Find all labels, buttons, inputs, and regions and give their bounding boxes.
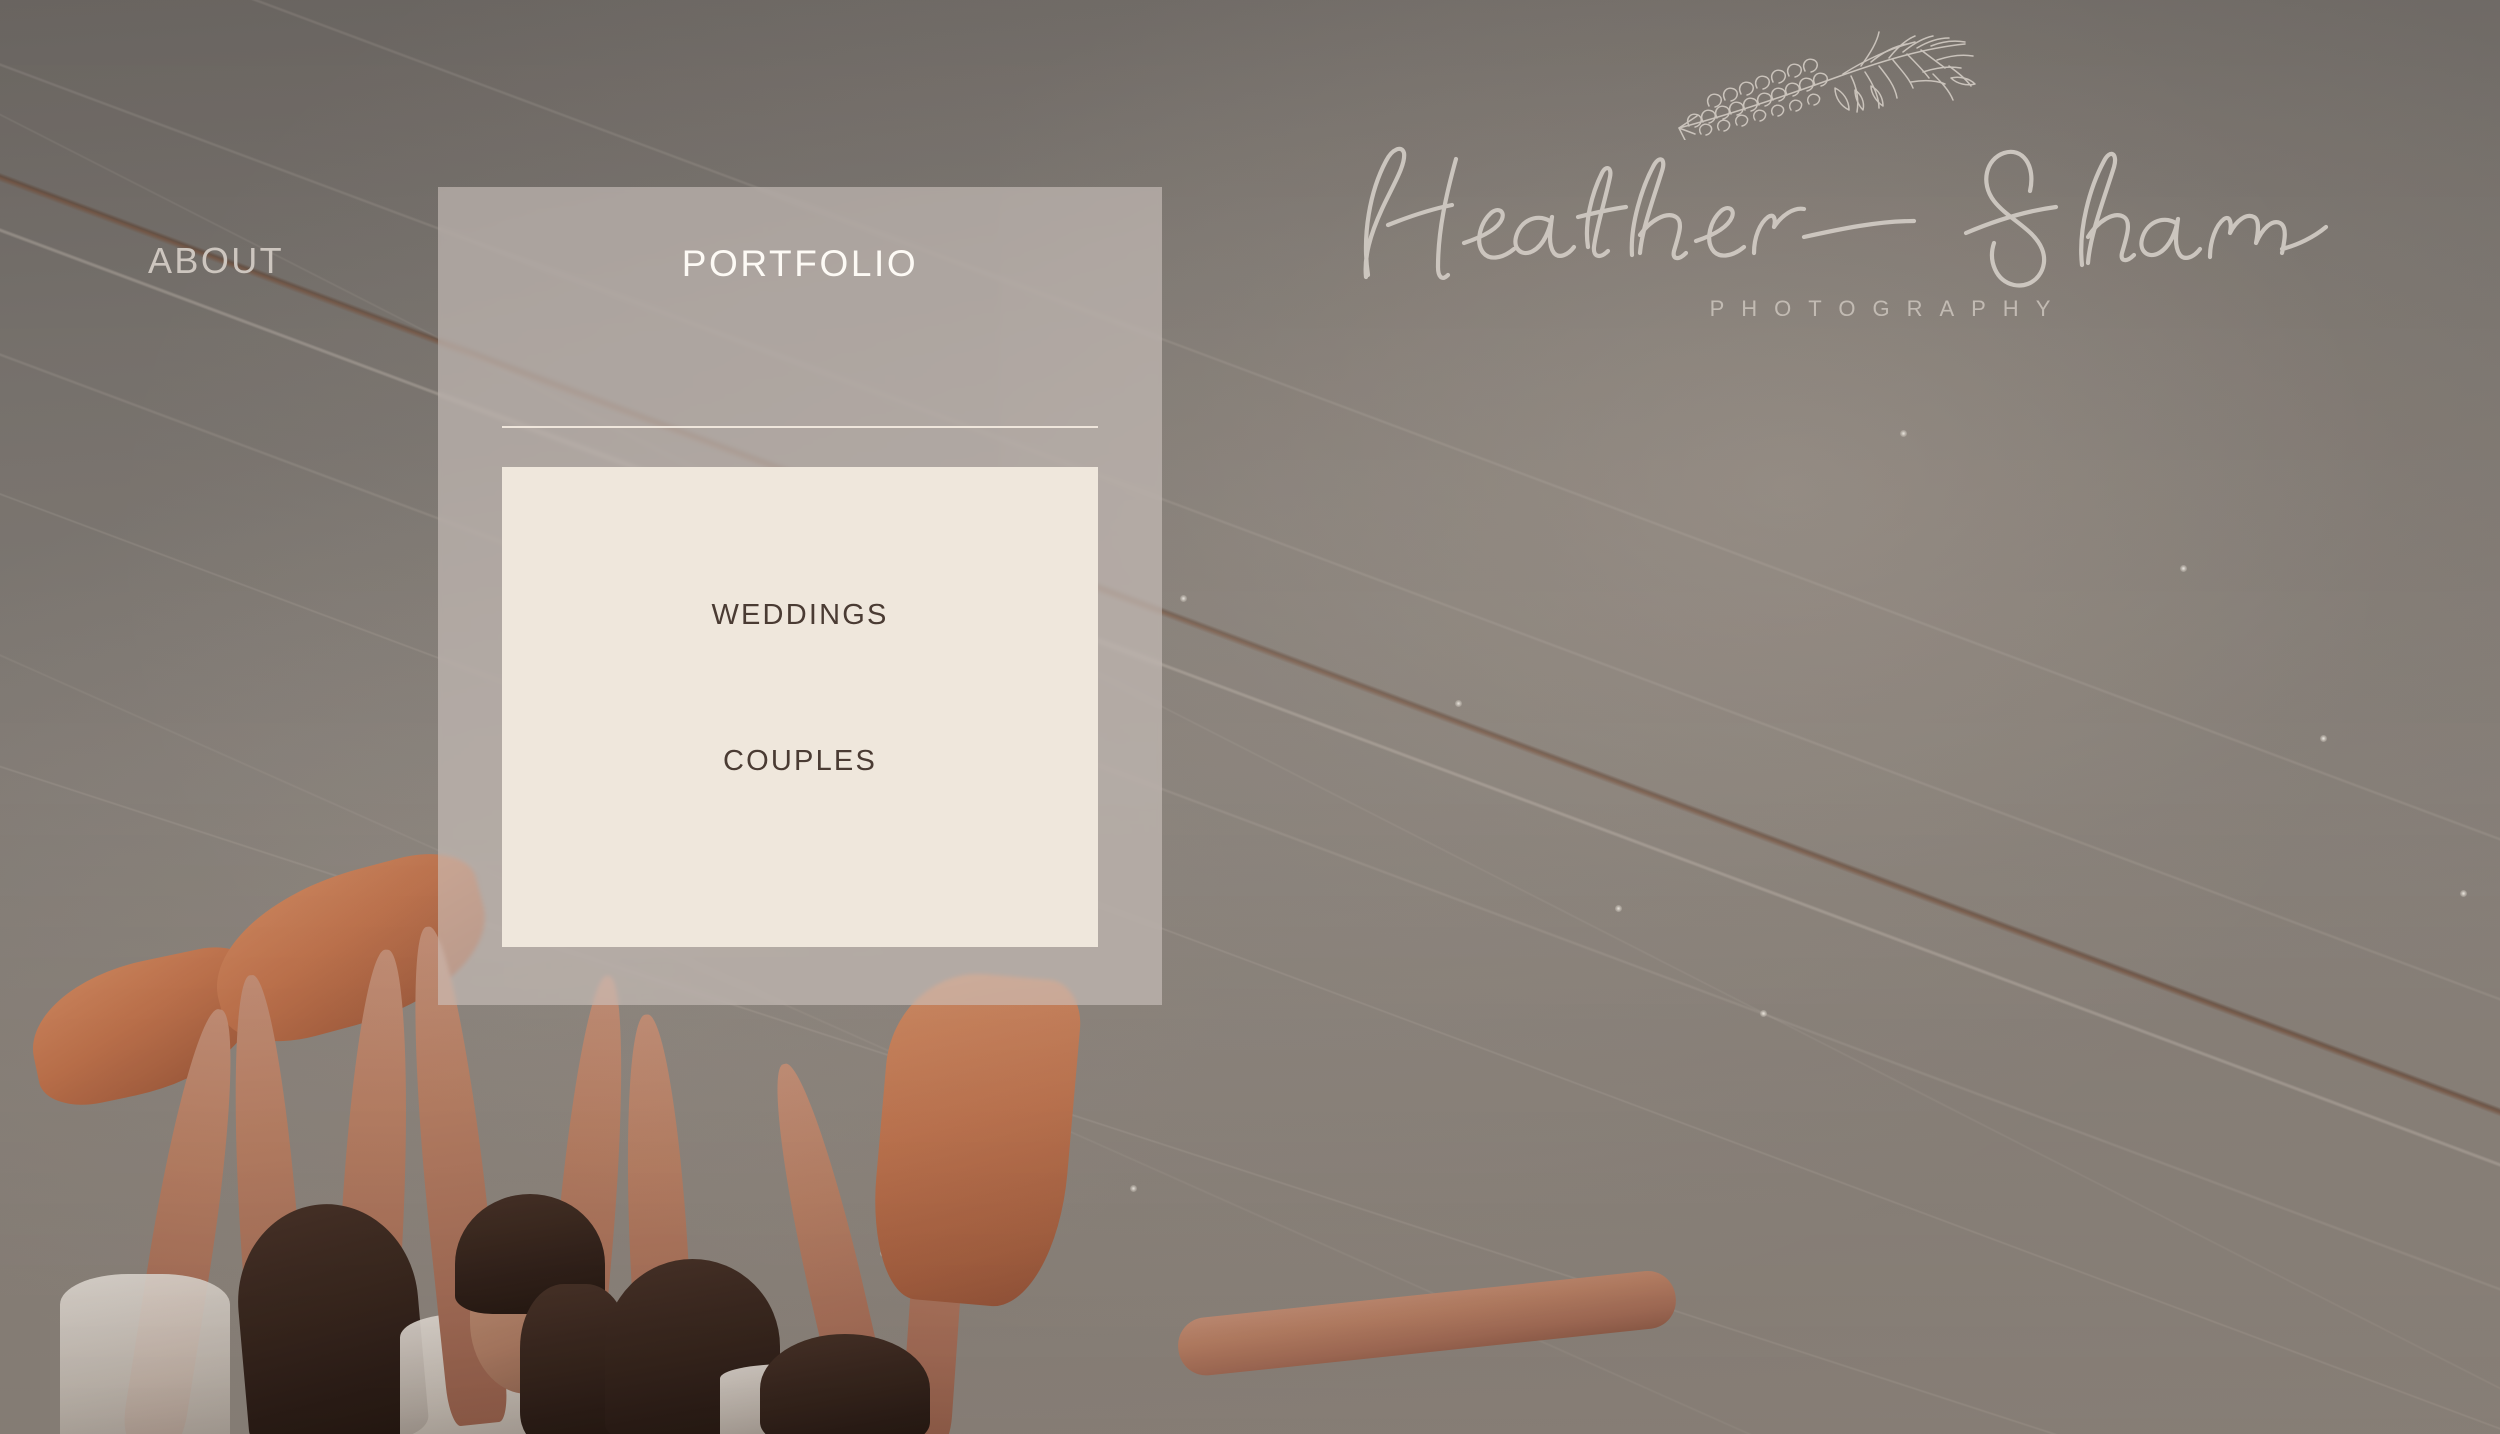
page-root: Heather Sham (0, 0, 2500, 1434)
dropdown-divider (502, 426, 1098, 428)
brand-subtitle: PHOTOGRAPHY (1709, 296, 2068, 321)
portfolio-submenu: WEDDINGS COUPLES (502, 467, 1098, 947)
brand-script-signature: Heather Sham (1363, 146, 2329, 288)
submenu-item-weddings[interactable]: WEDDINGS (502, 599, 1098, 632)
nav-item-portfolio[interactable]: PORTFOLIO (438, 243, 1162, 285)
portfolio-dropdown-panel: PORTFOLIO WEDDINGS COUPLES (438, 187, 1162, 1005)
site-logo[interactable]: Heather Sham (1330, 30, 2430, 330)
submenu-item-couples[interactable]: COUPLES (502, 745, 1098, 778)
botanical-branch-icon (1678, 31, 1976, 140)
nav-item-about[interactable]: ABOUT (148, 240, 284, 282)
